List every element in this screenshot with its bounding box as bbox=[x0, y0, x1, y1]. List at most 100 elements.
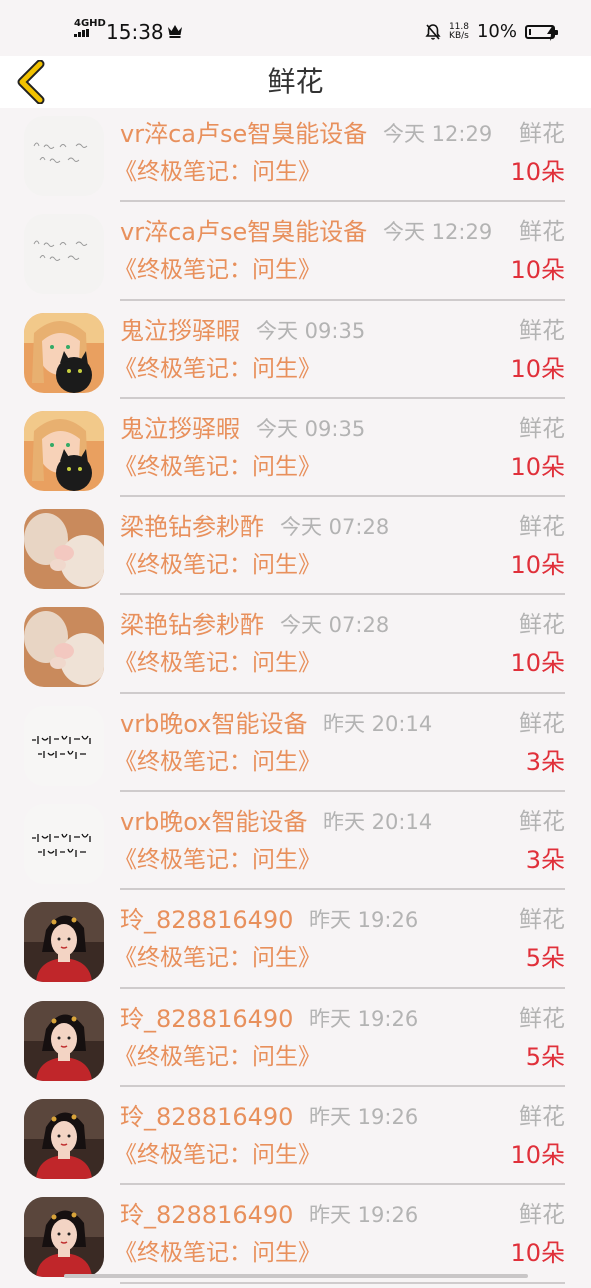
gift-time: 今天 09:35 bbox=[256, 318, 366, 343]
sender-name[interactable]: 玲_828816490 bbox=[120, 904, 293, 936]
avatar[interactable] bbox=[24, 804, 104, 885]
list-item[interactable]: vr淬ca卢se智臭能设备 今天 12:29 鲜花 《终极笔记：问生》 10朵 bbox=[0, 108, 591, 206]
list-item[interactable]: vrb晚ox智能设备 昨天 20:14 鲜花 《终极笔记：问生》 3朵 bbox=[0, 698, 591, 796]
flower-count: 10朵 bbox=[510, 1140, 565, 1169]
flower-count: 10朵 bbox=[510, 256, 565, 285]
divider bbox=[120, 790, 565, 793]
gift-type-label: 鲜花 bbox=[519, 612, 565, 639]
crown-icon bbox=[168, 25, 182, 38]
sender-name[interactable]: 鬼泣拶驿暇 bbox=[120, 315, 240, 347]
book-title[interactable]: 《终极笔记：问生》 bbox=[114, 647, 321, 679]
list-item[interactable]: 鬼泣拶驿暇 今天 09:35 鲜花《终极笔记：问生》 10朵 bbox=[0, 305, 591, 403]
sender-name[interactable]: 梁艳钻参耖酢 bbox=[120, 609, 264, 641]
status-bar: 4GHD 15:38 11.8 KB/s 10% bbox=[0, 0, 591, 60]
gift-time: 今天 09:35 bbox=[256, 416, 366, 441]
avatar[interactable] bbox=[24, 410, 104, 491]
sender-name[interactable]: 玲_828816490 bbox=[120, 1199, 293, 1231]
gift-type-label: 鲜花 bbox=[519, 1005, 565, 1032]
network-speed: 11.8 KB/s bbox=[448, 22, 469, 41]
mute-bell-icon bbox=[425, 24, 441, 40]
divider bbox=[120, 200, 565, 203]
divider bbox=[120, 1183, 565, 1186]
gift-time: 昨天 19:26 bbox=[309, 1104, 419, 1129]
sender-name[interactable]: 玲_828816490 bbox=[120, 1003, 293, 1035]
sender-name[interactable]: vrb晚ox智能设备 bbox=[120, 708, 307, 740]
divider bbox=[120, 691, 565, 694]
sender-name[interactable]: vr淬ca卢se智臭能设备 bbox=[120, 216, 367, 248]
list-item[interactable]: 玲_828816490 昨天 19:26 鲜花 《终极笔记：问生》 5朵 bbox=[0, 993, 591, 1091]
avatar[interactable] bbox=[24, 214, 104, 295]
book-title[interactable]: 《终极笔记：问生》 bbox=[114, 746, 321, 778]
avatar[interactable] bbox=[24, 116, 104, 196]
divider bbox=[120, 396, 565, 399]
signal-icon: 4GHD bbox=[74, 19, 106, 37]
gift-time: 昨天 19:26 bbox=[309, 1203, 419, 1228]
gift-type-label: 鲜花 bbox=[519, 1202, 565, 1229]
sender-name[interactable]: 梁艳钻参耖酢 bbox=[120, 511, 264, 543]
flower-count: 10朵 bbox=[510, 354, 565, 383]
gift-type-label: 鲜花 bbox=[519, 219, 565, 246]
avatar[interactable] bbox=[24, 312, 104, 393]
flower-count: 10朵 bbox=[510, 158, 565, 186]
gift-type-label: 鲜花 bbox=[519, 1103, 565, 1130]
divider bbox=[120, 888, 565, 891]
divider bbox=[120, 1281, 565, 1284]
list-item[interactable]: 玲_828816490 昨天 19:26 鲜花《终极笔记：问生》 10朵 bbox=[0, 1091, 591, 1189]
list-item[interactable]: 梁艳钻参耖酢 今天 07:28 鲜花《终极笔记：问生》 10朵 bbox=[0, 599, 591, 697]
avatar[interactable] bbox=[24, 902, 104, 983]
flower-count: 10朵 bbox=[510, 1239, 565, 1268]
book-title[interactable]: 《终极笔记：问生》 bbox=[114, 353, 321, 385]
book-title[interactable]: 《终极笔记：问生》 bbox=[114, 254, 321, 286]
flower-count: 3朵 bbox=[525, 747, 565, 776]
book-title[interactable]: 《终极笔记：问生》 bbox=[114, 942, 321, 974]
book-title[interactable]: 《终极笔记：问生》 bbox=[114, 156, 321, 188]
sender-name[interactable]: vrb晚ox智能设备 bbox=[120, 806, 307, 838]
header: 鲜花 bbox=[0, 56, 591, 108]
book-title[interactable]: 《终极笔记：问生》 bbox=[114, 844, 321, 876]
avatar[interactable] bbox=[24, 1197, 104, 1278]
sender-name[interactable]: 玲_828816490 bbox=[120, 1101, 293, 1133]
flower-count: 5朵 bbox=[525, 944, 565, 973]
gift-time: 今天 07:28 bbox=[280, 613, 390, 638]
avatar[interactable] bbox=[24, 705, 104, 786]
sender-name[interactable]: vr淬ca卢se智臭能设备 bbox=[120, 118, 367, 150]
list-item[interactable]: 鬼泣拶驿暇 今天 09:35 鲜花《终极笔记：问生》 10朵 bbox=[0, 403, 591, 501]
book-title[interactable]: 《终极笔记：问生》 bbox=[114, 1041, 321, 1073]
charging-icon bbox=[547, 25, 557, 41]
battery-percent: 10% bbox=[476, 21, 517, 42]
book-title[interactable]: 《终极笔记：问生》 bbox=[114, 1237, 321, 1269]
gift-time: 昨天 19:26 bbox=[309, 908, 419, 933]
divider bbox=[120, 986, 565, 989]
book-title[interactable]: 《终极笔记：问生》 bbox=[114, 451, 321, 483]
gift-type-label: 鲜花 bbox=[519, 907, 565, 934]
flower-count: 3朵 bbox=[525, 846, 565, 875]
gift-list: vr淬ca卢se智臭能设备 今天 12:29 鲜花 《终极笔记：问生》 10朵 vr淬ca… bbox=[0, 108, 591, 1288]
gift-time: 今天 07:28 bbox=[280, 515, 390, 540]
flower-count: 10朵 bbox=[510, 452, 565, 481]
book-title[interactable]: 《终极笔记：问生》 bbox=[114, 1139, 321, 1171]
avatar[interactable] bbox=[24, 607, 104, 688]
gift-type-label: 鲜花 bbox=[519, 317, 565, 344]
gift-type-label: 鲜花 bbox=[519, 121, 565, 147]
book-title[interactable]: 《终极笔记：问生》 bbox=[114, 549, 321, 581]
avatar[interactable] bbox=[24, 1098, 104, 1179]
list-item[interactable]: vrb晚ox智能设备 昨天 20:14 鲜花《终极笔记：问生》 3朵 bbox=[0, 796, 591, 894]
gift-type-label: 鲜花 bbox=[519, 415, 565, 442]
gift-type-label: 鲜花 bbox=[519, 710, 565, 737]
sender-name[interactable]: 鬼泣拶驿暇 bbox=[120, 413, 240, 445]
list-item[interactable]: 梁艳钻参耖酢 今天 07:28 鲜花 《终极笔记：问生》 10朵 bbox=[0, 501, 591, 599]
flower-count: 10朵 bbox=[510, 551, 565, 580]
list-item[interactable]: 玲_828816490 昨天 19:26 鲜花《终极笔记：问生》 5朵 bbox=[0, 894, 591, 992]
flower-count: 10朵 bbox=[510, 649, 565, 678]
gift-type-label: 鲜花 bbox=[519, 809, 565, 836]
divider bbox=[120, 298, 565, 301]
home-indicator bbox=[64, 1274, 528, 1278]
list-item[interactable]: 玲_828816490 昨天 19:26 鲜花《终极笔记：问生》 10朵 bbox=[0, 1189, 591, 1287]
gift-time: 昨天 19:26 bbox=[309, 1006, 419, 1031]
avatar[interactable] bbox=[24, 1000, 104, 1081]
gift-time: 昨天 20:14 bbox=[323, 810, 433, 835]
divider bbox=[120, 495, 565, 498]
list-item[interactable]: vr淬ca卢se智臭能设备 今天 12:29 鲜花 《终极笔记：问生》 10朵 bbox=[0, 206, 591, 304]
clock: 15:38 bbox=[106, 20, 164, 44]
avatar[interactable] bbox=[24, 509, 104, 590]
